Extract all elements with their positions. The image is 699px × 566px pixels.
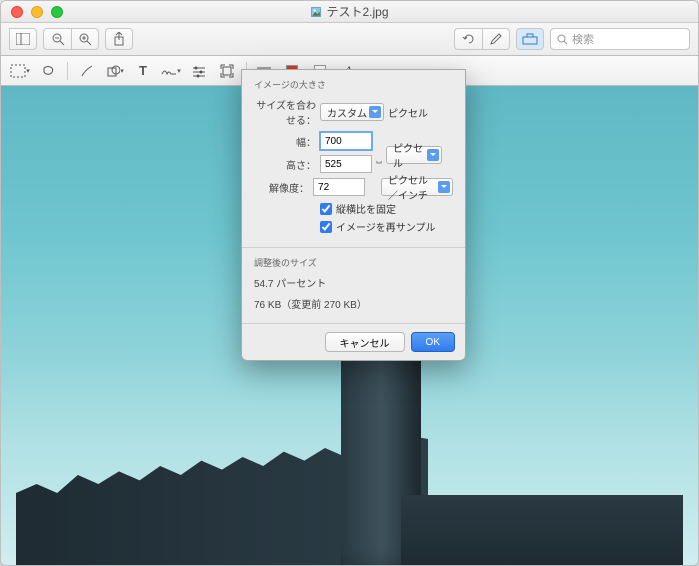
toolbox-icon xyxy=(521,32,539,46)
share-button[interactable] xyxy=(105,28,133,50)
ok-button[interactable]: OK xyxy=(411,332,455,352)
zoom-out-icon xyxy=(51,32,65,46)
dialog-section-label: イメージの大きさ xyxy=(254,78,453,91)
edit-button[interactable] xyxy=(482,28,510,50)
resize-icon xyxy=(220,64,234,78)
pencil-icon xyxy=(489,32,503,46)
zoom-in-icon xyxy=(78,32,92,46)
app-window: テスト2.jpg 検索 ▾ ▾ T ▾ ▾ ▾ xyxy=(0,0,699,566)
crop-tool[interactable] xyxy=(214,60,240,82)
result-size-text: 76 KB（変更前 270 KB） xyxy=(254,296,453,311)
wh-unit-value: ピクセル xyxy=(393,140,425,170)
image-content xyxy=(401,495,683,565)
sidebar-icon xyxy=(16,33,30,45)
width-label: 幅： xyxy=(254,134,316,149)
fit-select-value: カスタム xyxy=(327,105,367,120)
search-field[interactable]: 検索 xyxy=(550,28,690,50)
resample-input[interactable] xyxy=(320,221,332,233)
adjust-color-tool[interactable] xyxy=(186,60,212,82)
select-tool[interactable]: ▾ xyxy=(7,60,33,82)
titlebar: テスト2.jpg xyxy=(1,1,698,23)
wh-unit-select[interactable]: ピクセル xyxy=(386,146,442,164)
selection-icon xyxy=(10,64,26,78)
width-input[interactable] xyxy=(320,132,372,150)
sketch-tool[interactable] xyxy=(74,60,100,82)
resolution-label: 解像度： xyxy=(254,180,309,195)
resolution-input[interactable] xyxy=(313,178,365,196)
zoom-segment xyxy=(43,28,99,50)
shapes-icon xyxy=(106,64,120,78)
lasso-icon xyxy=(41,64,55,78)
lock-ratio-input[interactable] xyxy=(320,203,332,215)
cancel-button[interactable]: キャンセル xyxy=(325,332,405,352)
resize-dialog: イメージの大きさ サイズを合わせる： カスタム ピクセル 幅： 高さ： xyxy=(241,69,466,361)
window-title-text: テスト2.jpg xyxy=(326,3,388,20)
toolbar: 検索 xyxy=(1,23,698,56)
lock-ratio-label: 縦横比を固定 xyxy=(336,201,396,216)
divider xyxy=(67,62,68,80)
markup-toggle-button[interactable] xyxy=(516,28,544,50)
adjust-icon xyxy=(191,64,207,78)
height-input[interactable] xyxy=(320,155,372,173)
fit-select[interactable]: カスタム xyxy=(320,103,384,121)
share-icon xyxy=(113,32,125,46)
result-section-label: 調整後のサイズ xyxy=(254,256,453,269)
zoom-out-button[interactable] xyxy=(43,28,71,50)
text-icon: T xyxy=(139,63,147,78)
view-segment xyxy=(9,28,37,50)
window-title: テスト2.jpg xyxy=(1,3,698,20)
fit-label: サイズを合わせる： xyxy=(254,97,316,127)
signature-icon xyxy=(161,64,177,78)
pen-icon xyxy=(80,64,94,78)
rotate-icon xyxy=(462,32,476,46)
resample-checkbox[interactable]: イメージを再サンプル xyxy=(320,219,453,234)
result-percent-text: 54.7 パーセント xyxy=(254,275,453,290)
search-icon xyxy=(557,34,568,45)
fit-unit: ピクセル xyxy=(388,105,428,120)
sign-tool[interactable]: ▾ xyxy=(158,60,184,82)
link-icon: ⎵ xyxy=(372,137,386,173)
rotate-button[interactable] xyxy=(454,28,482,50)
text-tool[interactable]: T xyxy=(130,60,156,82)
resolution-unit-value: ピクセル／インチ xyxy=(388,172,436,202)
height-label: 高さ： xyxy=(254,157,316,172)
resample-label: イメージを再サンプル xyxy=(336,219,436,234)
zoom-in-button[interactable] xyxy=(71,28,99,50)
markup-segment xyxy=(454,28,510,50)
search-placeholder: 検索 xyxy=(572,31,594,47)
lasso-tool[interactable] xyxy=(35,60,61,82)
shapes-tool[interactable]: ▾ xyxy=(102,60,128,82)
lock-ratio-checkbox[interactable]: 縦横比を固定 xyxy=(320,201,453,216)
jpeg-icon xyxy=(310,6,322,18)
sidebar-toggle-button[interactable] xyxy=(9,28,37,50)
resolution-unit-select[interactable]: ピクセル／インチ xyxy=(381,178,453,196)
